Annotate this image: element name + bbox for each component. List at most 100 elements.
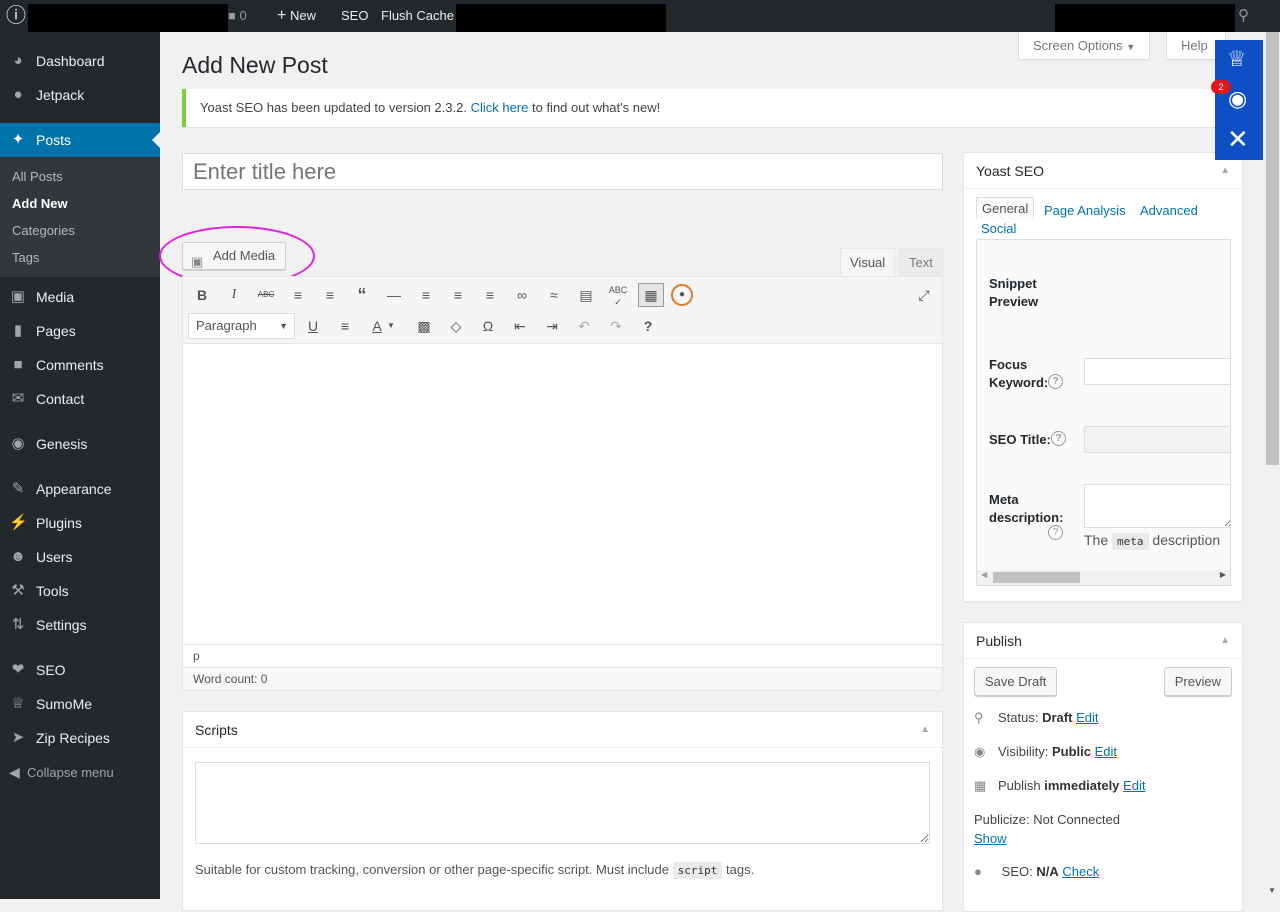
sidebar-item-comments[interactable]: ■ Comments [0, 348, 160, 382]
flush-cache-link[interactable]: Flush Cache [381, 0, 454, 32]
scroll-down-icon[interactable]: ▼ [1268, 886, 1276, 895]
align-right-icon[interactable]: ≡ [479, 284, 501, 306]
sidebar-item-zip-recipes[interactable]: ➤ Zip Recipes [0, 721, 160, 755]
justify-icon[interactable]: ≡ [334, 315, 356, 337]
sidebar-item-settings[interactable]: ⇅ Settings [0, 608, 160, 642]
read-more-icon[interactable]: ▤ [575, 284, 597, 306]
sidebar-item-sumome[interactable]: ♕ SumoMe [0, 687, 160, 721]
spellcheck-icon[interactable]: ABC ✓ [607, 284, 629, 307]
fullscreen-icon[interactable]: ⤢ [913, 284, 935, 306]
outdent-icon[interactable]: ⇤ [509, 315, 531, 337]
numbered-list-icon[interactable]: ≡ [319, 284, 341, 306]
tab-advanced[interactable]: Advanced [1140, 203, 1198, 218]
sidebar-item-media[interactable]: ▣ Media [0, 280, 160, 314]
text-color-icon[interactable]: A [366, 315, 388, 337]
seo-score-dot-icon: ● [974, 864, 982, 879]
page-scrollbar[interactable]: ▲ ▼ [1265, 0, 1280, 899]
collapse-toggle-icon[interactable]: ▲ [1220, 165, 1230, 176]
crown-icon[interactable]: ♕ [1227, 46, 1247, 72]
focus-keyword-input[interactable] [1084, 358, 1230, 385]
yoast-seo-metabox: Yoast SEO ▲ General Page Analysis Advanc… [963, 152, 1243, 602]
scrollbar-thumb[interactable] [993, 572, 1080, 583]
sidebar-item-posts[interactable]: ✦ Posts [0, 123, 160, 157]
add-media-button[interactable]: ▣ Add Media [182, 242, 286, 270]
tab-page-analysis[interactable]: Page Analysis [1044, 203, 1126, 218]
tab-general[interactable]: General [976, 197, 1035, 219]
wrench-icon: ⚒ [11, 582, 25, 599]
align-left-icon[interactable]: ≡ [415, 284, 437, 306]
link-icon[interactable]: ∞ [511, 284, 533, 306]
strikethrough-icon[interactable]: ABC [255, 284, 277, 306]
sidebar-item-plugins[interactable]: ⚡ Plugins [0, 506, 160, 540]
horizontal-scrollbar[interactable]: ◀ ▶ [977, 570, 1230, 585]
help-icon[interactable]: ? [1050, 431, 1066, 446]
edit-visibility-link[interactable]: Edit [1095, 744, 1117, 759]
help-icon[interactable]: ? [1048, 374, 1064, 389]
indent-icon[interactable]: ⇥ [541, 315, 563, 337]
italic-icon[interactable]: I [223, 284, 245, 306]
notice-click-here-link[interactable]: Click here [471, 100, 529, 115]
submenu-tags[interactable]: Tags [12, 250, 39, 265]
undo-icon[interactable]: ↶ [573, 315, 595, 337]
horizontal-line-icon[interactable]: — [383, 284, 405, 306]
scroll-left-icon[interactable]: ◀ [981, 570, 987, 579]
scrollbar-thumb[interactable] [1266, 10, 1279, 465]
seo-check-link[interactable]: Check [1062, 864, 1099, 879]
sidebar-item-tools[interactable]: ⚒ Tools [0, 574, 160, 608]
sidebar-item-pages[interactable]: ▮ Pages [0, 314, 160, 348]
clear-formatting-icon[interactable]: ◇ [445, 315, 467, 337]
globe-icon[interactable]: ◉ [1228, 86, 1247, 112]
scripts-textarea[interactable] [195, 762, 930, 844]
sidebar-item-users[interactable]: ☻ Users [0, 540, 160, 574]
text-color-caret-icon[interactable]: ▼ [386, 315, 396, 337]
redo-icon[interactable]: ↷ [605, 315, 627, 337]
seo-title-input[interactable] [1084, 426, 1230, 453]
save-draft-button[interactable]: Save Draft [974, 667, 1058, 696]
sidebar-item-dashboard[interactable]: ◕ Dashboard [0, 44, 160, 78]
preview-button[interactable]: Preview [1163, 667, 1232, 696]
bold-icon[interactable]: B [191, 284, 213, 306]
publicize-show-link[interactable]: Show [974, 831, 1007, 846]
wordpress-logo-icon[interactable]: ⓘ [6, 0, 26, 32]
sidebar-item-genesis[interactable]: ◉ Genesis [0, 427, 160, 461]
align-center-icon[interactable]: ≡ [447, 284, 469, 306]
redacted-site-name [28, 4, 228, 32]
submenu-categories[interactable]: Categories [12, 223, 75, 238]
bullet-list-icon[interactable]: ≡ [287, 284, 309, 306]
meta-description-textarea[interactable] [1084, 484, 1230, 528]
search-icon[interactable]: ⚲ [1238, 0, 1249, 32]
redacted-account [1055, 4, 1235, 32]
special-character-icon[interactable]: Ω [477, 315, 499, 337]
screen-options-button[interactable]: Screen Options ▼ [1018, 32, 1151, 60]
underline-icon[interactable]: U [302, 315, 324, 337]
toolbar-toggle-icon[interactable]: ▦ [638, 283, 664, 307]
zip-recipes-icon[interactable]: ● [671, 284, 693, 306]
submenu-add-new[interactable]: Add New [12, 196, 68, 211]
help-icon[interactable]: ? [1048, 525, 1063, 540]
collapse-toggle-icon[interactable]: ▲ [1220, 635, 1230, 646]
scroll-right-icon[interactable]: ▶ [1220, 570, 1226, 579]
collapse-menu-button[interactable]: ◀ Collapse menu [9, 764, 114, 781]
editor-content-area[interactable] [183, 345, 942, 643]
submenu-all-posts[interactable]: All Posts [12, 169, 63, 184]
post-title-input[interactable] [182, 153, 943, 190]
edit-schedule-link[interactable]: Edit [1123, 778, 1145, 793]
sidebar-item-appearance[interactable]: ✎ Appearance [0, 472, 160, 506]
unlink-icon[interactable]: ≈ [543, 284, 565, 306]
new-content-link[interactable]: + New [277, 0, 316, 32]
sidebar-item-seo[interactable]: ❤ SEO [0, 653, 160, 687]
help-icon[interactable]: ? [637, 315, 659, 337]
tab-text[interactable]: Text [899, 248, 943, 276]
tab-social[interactable]: Social [981, 221, 1016, 236]
format-select[interactable]: Paragraph ▼ [188, 313, 295, 339]
tab-visual[interactable]: Visual [840, 248, 896, 276]
sidebar-item-jetpack[interactable]: ● Jetpack [0, 78, 160, 112]
collapse-toggle-icon[interactable]: ▲ [920, 724, 930, 735]
close-icon[interactable]: ✕ [1227, 124, 1249, 155]
seo-link[interactable]: SEO [341, 0, 368, 32]
blockquote-icon[interactable]: “ [351, 284, 373, 306]
comments-link[interactable]: ■ 0 [228, 0, 247, 32]
paste-text-icon[interactable]: ▩ [413, 315, 435, 337]
edit-status-link[interactable]: Edit [1076, 710, 1098, 725]
sidebar-item-contact[interactable]: ✉ Contact [0, 382, 160, 416]
